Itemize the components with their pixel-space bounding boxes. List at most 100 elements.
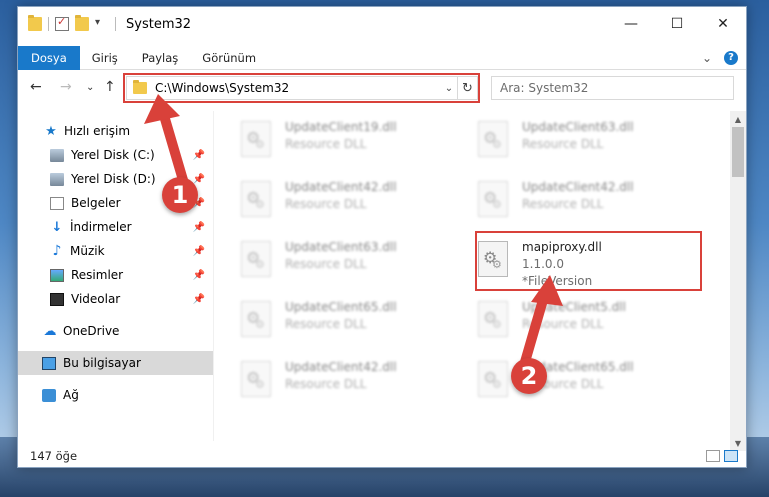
sidebar-item-label: Hızlı erişim bbox=[64, 124, 131, 138]
tab-share[interactable]: Paylaş bbox=[130, 46, 191, 70]
scroll-thumb[interactable] bbox=[732, 127, 744, 177]
pin-icon: 📌 bbox=[192, 293, 205, 305]
file-type: Resource DLL bbox=[285, 197, 367, 211]
tab-home[interactable]: Giriş bbox=[80, 46, 130, 70]
file-name: UpdateClient42.dll bbox=[522, 180, 634, 194]
tab-view[interactable]: Görünüm bbox=[190, 46, 268, 70]
toolbar-divider bbox=[48, 17, 49, 31]
pin-icon: 📌 bbox=[192, 269, 205, 281]
large-icons-view-icon[interactable] bbox=[724, 450, 738, 462]
file-type: Resource DLL bbox=[285, 317, 367, 331]
up-button[interactable]: ↑ bbox=[104, 79, 116, 95]
dll-file-icon bbox=[241, 121, 271, 157]
computer-icon bbox=[42, 356, 56, 370]
dll-file-icon bbox=[241, 241, 271, 277]
sidebar-item-label: Resimler bbox=[71, 268, 124, 282]
file-type: Resource DLL bbox=[285, 257, 367, 271]
tab-file[interactable]: Dosya bbox=[18, 45, 80, 70]
recent-locations-button[interactable]: ⌄ bbox=[86, 82, 94, 93]
new-folder-icon[interactable] bbox=[75, 15, 89, 31]
file-tile[interactable]: UpdateClient63.dll Resource DLL bbox=[478, 115, 698, 165]
sidebar-item-label: Müzik bbox=[70, 244, 105, 258]
file-type: Resource DLL bbox=[285, 137, 367, 151]
sidebar-item-pictures[interactable]: Resimler 📌 bbox=[18, 263, 213, 287]
file-name: UpdateClient5.dll bbox=[522, 300, 626, 314]
title-bar: ▾ System32 — ☐ ✕ bbox=[18, 7, 746, 41]
sidebar-item-network[interactable]: Ağ bbox=[18, 383, 213, 407]
close-button[interactable]: ✕ bbox=[700, 7, 746, 41]
toolbar-divider bbox=[115, 17, 116, 31]
sidebar-item-label: İndirmeler bbox=[70, 220, 132, 234]
file-type: Resource DLL bbox=[522, 137, 604, 151]
expand-ribbon-icon[interactable]: ⌄ bbox=[702, 51, 712, 65]
file-tile[interactable]: UpdateClient65.dll Resource DLL bbox=[241, 295, 461, 345]
help-icon[interactable]: ? bbox=[724, 50, 738, 65]
ribbon-right: ⌄ ? bbox=[702, 50, 746, 65]
explorer-window: ▾ System32 — ☐ ✕ Dosya Giriş Paylaş Görü… bbox=[17, 6, 747, 468]
sidebar-item-label: Belgeler bbox=[71, 196, 121, 210]
sidebar-item-downloads[interactable]: ↓ İndirmeler 📌 bbox=[18, 215, 213, 239]
star-icon: ★ bbox=[45, 123, 57, 139]
file-highlight-box bbox=[475, 231, 702, 291]
sidebar-item-onedrive[interactable]: ☁ OneDrive bbox=[18, 319, 213, 343]
sidebar-item-music[interactable]: ♪ Müzik 📌 bbox=[18, 239, 213, 263]
window-title: System32 bbox=[126, 16, 192, 32]
item-count: 147 öğe bbox=[30, 449, 78, 463]
cloud-icon: ☁ bbox=[43, 323, 57, 339]
file-type: Resource DLL bbox=[522, 317, 604, 331]
sidebar-item-local-disk-c[interactable]: Yerel Disk (C:) 📌 bbox=[18, 143, 213, 167]
properties-icon[interactable] bbox=[55, 15, 69, 31]
pin-icon: 📌 bbox=[192, 245, 205, 257]
scroll-up-button[interactable]: ▲ bbox=[730, 111, 746, 127]
step-badge-1: 1 bbox=[162, 177, 198, 213]
file-name: UpdateClient65.dll bbox=[285, 300, 397, 314]
dll-file-icon bbox=[478, 121, 508, 157]
file-tile[interactable]: UpdateClient42.dll Resource DLL bbox=[478, 175, 698, 225]
dll-file-icon bbox=[241, 361, 271, 397]
address-highlight-box bbox=[123, 73, 480, 103]
file-tile[interactable]: UpdateClient63.dll Resource DLL bbox=[241, 235, 461, 285]
sidebar-item-label: Yerel Disk (D:) bbox=[71, 172, 156, 186]
status-bar: 147 öğe bbox=[18, 445, 746, 467]
file-type: Resource DLL bbox=[285, 377, 367, 391]
pin-icon: 📌 bbox=[192, 173, 205, 185]
details-view-icon[interactable] bbox=[706, 450, 720, 462]
quick-access-toolbar: ▾ bbox=[18, 15, 116, 31]
file-name: UpdateClient42.dll bbox=[285, 180, 397, 194]
navigation-bar: ← → ⌄ ↑ C:\Windows\System32 ⌄ ↻ Ara: Sys… bbox=[18, 73, 746, 103]
customize-toolbar-icon[interactable]: ▾ bbox=[95, 17, 109, 31]
sidebar-item-this-pc[interactable]: Bu bilgisayar bbox=[18, 351, 213, 375]
videos-icon bbox=[50, 292, 64, 306]
back-button[interactable]: ← bbox=[30, 79, 42, 95]
file-tile[interactable]: UpdateClient5.dll Resource DLL bbox=[478, 295, 698, 345]
navigation-pane: ★ Hızlı erişim Yerel Disk (C:) 📌 Yerel D… bbox=[18, 111, 214, 441]
documents-icon bbox=[50, 196, 64, 210]
forward-button[interactable]: → bbox=[60, 79, 72, 95]
file-name: UpdateClient19.dll bbox=[285, 120, 397, 134]
drive-icon bbox=[50, 172, 64, 186]
folder-icon bbox=[28, 15, 42, 31]
pin-icon: 📌 bbox=[192, 221, 205, 233]
search-input[interactable]: Ara: System32 bbox=[491, 76, 734, 100]
file-tile[interactable]: UpdateClient42.dll Resource DLL bbox=[241, 175, 461, 225]
dll-file-icon bbox=[478, 301, 508, 337]
vertical-scrollbar[interactable]: ▲ ▼ bbox=[730, 111, 746, 451]
file-name: UpdateClient42.dll bbox=[285, 360, 397, 374]
sidebar-item-label: Videolar bbox=[71, 292, 121, 306]
downloads-icon: ↓ bbox=[51, 219, 63, 235]
step-badge-2: 2 bbox=[511, 358, 547, 394]
dll-file-icon bbox=[478, 181, 508, 217]
dll-file-icon bbox=[478, 361, 508, 397]
file-tile[interactable]: UpdateClient19.dll Resource DLL bbox=[241, 115, 461, 165]
drive-icon bbox=[50, 148, 64, 162]
sidebar-item-quick-access[interactable]: ★ Hızlı erişim bbox=[18, 119, 213, 143]
music-icon: ♪ bbox=[52, 243, 62, 259]
sidebar-item-label: Bu bilgisayar bbox=[63, 356, 141, 370]
file-tile[interactable]: UpdateClient42.dll Resource DLL bbox=[241, 355, 461, 405]
ribbon-tabs: Dosya Giriş Paylaş Görünüm ⌄ ? bbox=[18, 45, 746, 70]
minimize-button[interactable]: — bbox=[608, 7, 654, 41]
pictures-icon bbox=[50, 268, 64, 282]
window-controls: — ☐ ✕ bbox=[608, 7, 746, 41]
maximize-button[interactable]: ☐ bbox=[654, 7, 700, 41]
sidebar-item-videos[interactable]: Videolar 📌 bbox=[18, 287, 213, 311]
